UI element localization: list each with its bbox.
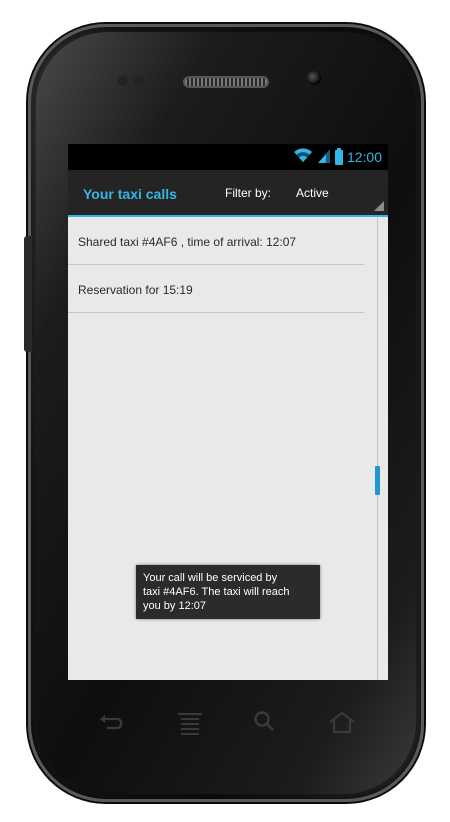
front-camera: [307, 71, 321, 85]
scrollbar-thumb[interactable]: [375, 466, 380, 495]
filter-label: Filter by:: [225, 186, 272, 200]
filter-spinner[interactable]: Active: [280, 170, 388, 215]
toast-line: you by 12:07: [143, 600, 206, 612]
menu-icon[interactable]: [175, 708, 205, 738]
volume-button[interactable]: [24, 236, 32, 352]
battery-icon: [334, 147, 343, 165]
toast-line: taxi #4AF6. The taxi will reach: [143, 586, 290, 598]
scrollbar-track: [377, 217, 378, 680]
list-item[interactable]: Shared taxi #4AF6 , time of arrival: 12:…: [68, 217, 364, 265]
toast-message: Your call will be serviced by taxi #4AF6…: [136, 565, 320, 619]
screen: 12:00 Your taxi calls Filter by: Active …: [68, 144, 388, 680]
list-item[interactable]: Reservation for 15:19: [68, 265, 364, 313]
list-item-label: Reservation for 15:19: [78, 283, 193, 297]
navigation-keys: [92, 708, 362, 738]
earpiece-speaker: [183, 76, 269, 88]
action-bar: Your taxi calls Filter by: Active: [68, 170, 388, 217]
signal-icon: [317, 147, 331, 168]
home-icon[interactable]: [327, 708, 357, 738]
wifi-icon: [293, 147, 313, 168]
search-icon[interactable]: [250, 708, 280, 738]
list-item-label: Shared taxi #4AF6 , time of arrival: 12:…: [78, 235, 297, 249]
page-title: Your taxi calls: [83, 186, 177, 202]
toast-line: Your call will be serviced by: [143, 572, 278, 584]
status-bar: 12:00: [68, 144, 388, 170]
status-time: 12:00: [346, 149, 382, 165]
filter-spinner-value: Active: [296, 186, 329, 200]
back-icon[interactable]: [95, 708, 125, 738]
spinner-arrow-icon: [374, 201, 384, 211]
taxi-calls-list: Shared taxi #4AF6 , time of arrival: 12:…: [68, 217, 364, 313]
proximity-sensor: [118, 76, 150, 86]
